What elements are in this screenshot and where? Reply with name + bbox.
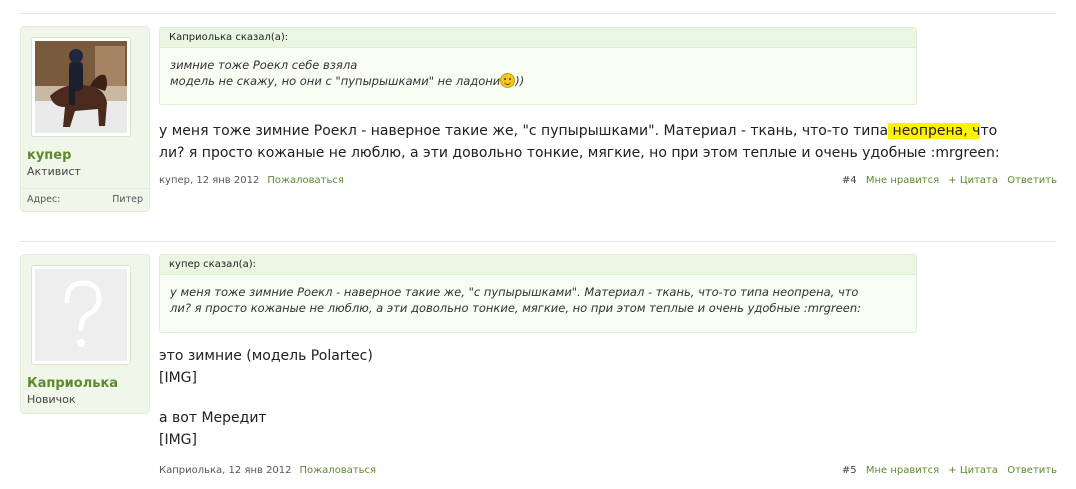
message-line: а вот Мередит [159,410,267,426]
user-panel: купер Активист Адрес: Питер [20,26,150,212]
quote-line: у меня тоже зимние Роекл - наверное таки… [170,285,859,299]
message-line: это зимние (модель Polartec) [159,348,373,364]
post-number[interactable]: #5 [842,465,857,476]
quote-link[interactable]: + Цитата [948,175,998,186]
message-line: [IMG] [159,432,197,448]
quote-line: зимние тоже Роекл себе взяла [170,58,358,72]
message-line: ли? я просто кожаные не люблю, а эти дов… [159,145,1000,161]
quote-text: зимние тоже Роекл себе взяла модель не с… [160,48,916,89]
author-date: Каприолька, 12 янв 2012 Пожаловаться [159,465,376,476]
like-link[interactable]: Мне нравится [866,175,939,186]
username[interactable]: купер [27,148,71,163]
quote-line: ли? я просто кожаные не люблю, а эти дов… [170,301,861,315]
report-link[interactable]: Пожаловаться [267,175,344,186]
question-mark-avatar [35,269,127,361]
author-date: купер, 12 янв 2012 Пожаловаться [159,175,344,186]
avatar-photo-rider [35,41,127,133]
like-link[interactable]: Мне нравится [866,465,939,476]
reply-link[interactable]: Ответить [1007,465,1057,476]
quote-link[interactable]: + Цитата [948,465,998,476]
quote-block: Каприолька сказал(а): зимние тоже Роекл … [159,27,917,105]
avatar[interactable] [31,37,131,137]
highlighted-text: неопрена, ч [888,123,981,139]
post-meta: купер, 12 янв 2012 Пожаловаться #4 Мне нр… [159,175,1057,189]
message-body: это зимние (модель Polartec) [IMG] а вот… [159,345,1039,451]
message-text: то [980,123,998,139]
top-divider [20,13,1056,14]
quote-header[interactable]: Каприолька сказал(а): [160,28,916,48]
message-line: [IMG] [159,370,197,386]
quote-line-end: )) [515,74,525,88]
quote-line: модель не скажу, но они с "пупырышками" … [170,73,906,89]
quote-line-text: модель не скажу, но они с "пупырышками" … [170,74,501,88]
author-date-text[interactable]: Каприолька, 12 янв 2012 [159,465,292,476]
author-date-text[interactable]: купер, 12 янв 2012 [159,175,259,186]
post-actions: #4 Мне нравится + Цитата Ответить [836,175,1057,186]
user-title: Новичок [27,393,76,406]
message-line: у меня тоже зимние Роекл - наверное таки… [159,120,1039,142]
user-panel: Каприолька Новичок [20,254,150,414]
smiley-icon [500,73,516,88]
extra-value: Питер [112,194,143,205]
message-body: у меня тоже зимние Роекл - наверное таки… [159,120,1039,164]
report-link[interactable]: Пожаловаться [300,465,377,476]
quote-text: у меня тоже зимние Роекл - наверное таки… [160,275,916,316]
post-number[interactable]: #4 [842,175,857,186]
avatar[interactable] [31,265,131,365]
post-meta: Каприолька, 12 янв 2012 Пожаловаться #5 М… [159,465,1057,479]
extra-label: Адрес: [27,194,61,205]
user-title: Активист [27,165,81,178]
user-extra-info: Адрес: Питер [21,188,149,211]
reply-link[interactable]: Ответить [1007,175,1057,186]
post-actions: #5 Мне нравится + Цитата Ответить [836,465,1057,476]
quote-block: купер сказал(а): у меня тоже зимние Роек… [159,254,917,333]
post-divider [20,241,1056,242]
quote-header[interactable]: купер сказал(а): [160,255,916,275]
message-text: у меня тоже зимние Роекл - наверное таки… [159,123,889,139]
username[interactable]: Каприолька [27,376,118,391]
